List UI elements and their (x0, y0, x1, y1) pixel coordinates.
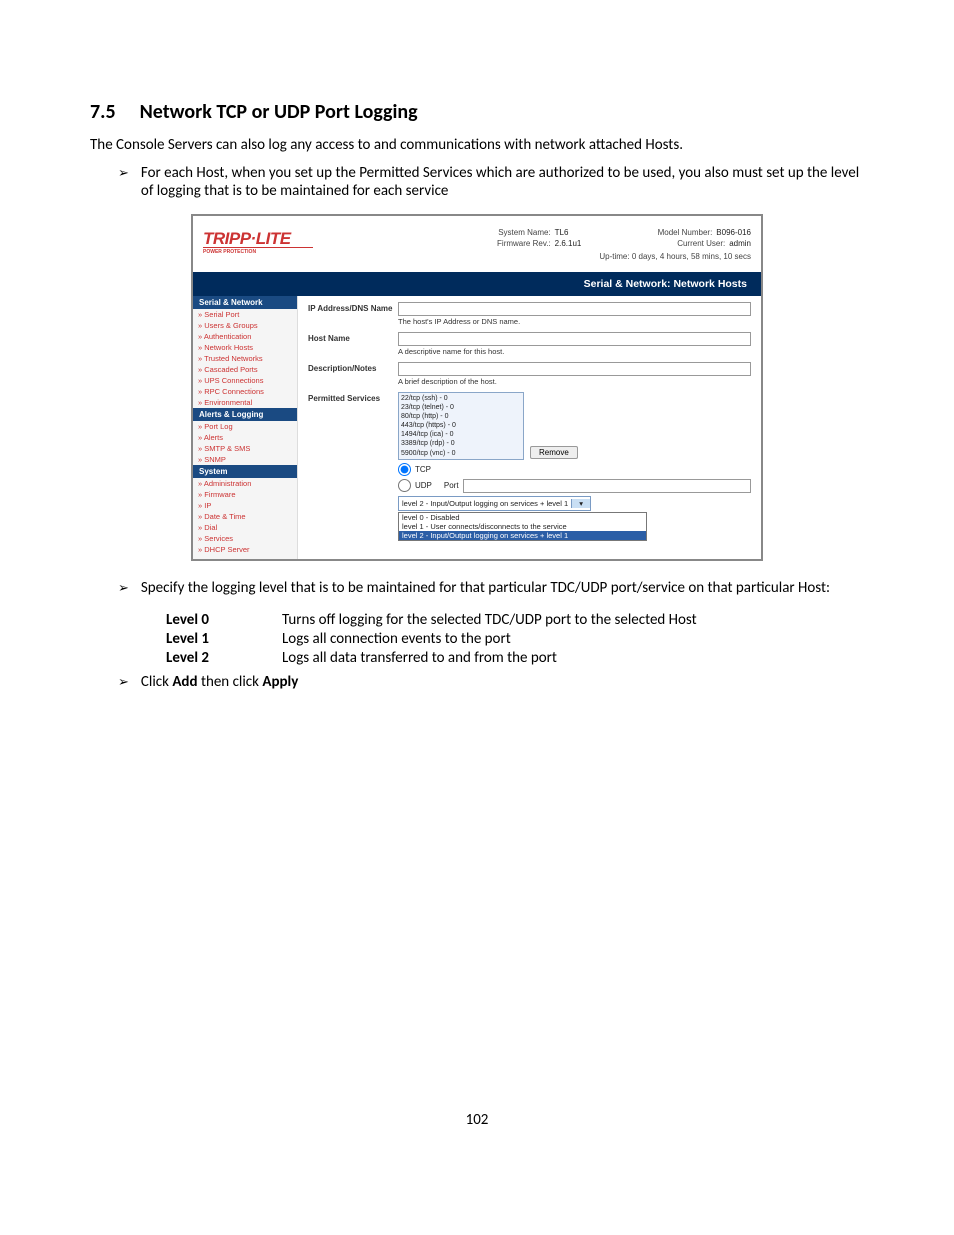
model-label: Model Number: (632, 228, 712, 237)
sidebar-item[interactable]: Cascaded Ports (193, 364, 297, 375)
description-input[interactable] (398, 362, 751, 376)
sidebar-item[interactable]: RPC Connections (193, 386, 297, 397)
sidebar-item[interactable]: UPS Connections (193, 375, 297, 386)
port-label: Port (444, 481, 459, 490)
level-option[interactable]: level 2 - Input/Output logging on servic… (399, 531, 646, 540)
level-option[interactable]: level 0 - Disabled (399, 513, 646, 522)
sidebar-item[interactable]: DHCP Server (193, 544, 297, 555)
bullet-arrow-icon: ➢ (118, 675, 129, 691)
service-item[interactable]: 3389/tcp (rdp) - 0 (401, 439, 521, 448)
logging-level-value: level 2 - Input/Output logging on servic… (399, 499, 571, 508)
ip-label: IP Address/DNS Name (308, 302, 398, 313)
section-title: Network TCP or UDP Port Logging (140, 100, 418, 124)
bullet-arrow-icon: ➢ (118, 581, 129, 597)
level-descriptions: Level 0 Turns off logging for the select… (166, 611, 864, 667)
model-value: B096-016 (716, 228, 751, 237)
port-input[interactable] (463, 479, 751, 493)
service-item[interactable]: 22/tcp (ssh) - 0 (401, 394, 521, 403)
sidebar-item[interactable]: Authentication (193, 331, 297, 342)
intro-paragraph: The Console Servers can also log any acc… (90, 136, 864, 154)
logging-level-select[interactable]: level 2 - Input/Output logging on servic… (398, 496, 591, 511)
level1-desc: Logs all connection events to the port (282, 630, 864, 648)
sidebar-header-serial: Serial & Network (193, 296, 297, 309)
sys-name-label: System Name: (471, 228, 551, 237)
ip-input[interactable] (398, 302, 751, 316)
hostname-label: Host Name (308, 332, 398, 343)
level2-desc: Logs all data transferred to and from th… (282, 649, 864, 667)
sidebar-item[interactable]: IP (193, 500, 297, 511)
sidebar-item[interactable]: Firmware (193, 489, 297, 500)
sidebar-item[interactable]: Services (193, 533, 297, 544)
services-listbox[interactable]: 22/tcp (ssh) - 0 23/tcp (telnet) - 0 80/… (398, 392, 524, 460)
screenshot-figure: TRIPP·LITE POWER PROTECTION System Name:… (191, 214, 763, 561)
page-number: 102 (90, 1111, 864, 1129)
service-item[interactable]: 23/tcp (telnet) - 0 (401, 403, 521, 412)
sidebar-item[interactable]: Dial (193, 522, 297, 533)
sidebar-item[interactable]: Date & Time (193, 511, 297, 522)
sys-name-value: TL6 (555, 228, 569, 237)
user-value: admin (729, 239, 751, 248)
level2-label: Level 2 (166, 649, 282, 667)
sidebar-item[interactable]: Environmental (193, 397, 297, 408)
tcp-radio[interactable] (398, 463, 411, 476)
brand-logo: TRIPP·LITE POWER PROTECTION (203, 224, 313, 262)
sidebar-item[interactable]: Administration (193, 478, 297, 489)
logging-level-options[interactable]: level 0 - Disabled level 1 - User connec… (398, 512, 647, 541)
sidebar-item[interactable]: SNMP (193, 454, 297, 465)
remove-button[interactable]: Remove (530, 446, 578, 459)
sidebar-item[interactable]: Trusted Networks (193, 353, 297, 364)
sidebar-item[interactable]: Users & Groups (193, 320, 297, 331)
udp-radio[interactable] (398, 479, 411, 492)
sidebar-item[interactable]: Network Hosts (193, 342, 297, 353)
nav-sidebar: Serial & Network Serial Port Users & Gro… (193, 296, 298, 559)
user-label: Current User: (645, 239, 725, 248)
fw-value: 2.6.1u1 (555, 239, 582, 248)
section-number: 7.5 (90, 100, 116, 124)
fw-label: Firmware Rev.: (471, 239, 551, 248)
ip-help: The host's IP Address or DNS name. (398, 317, 751, 326)
hostname-input[interactable] (398, 332, 751, 346)
hostname-help: A descriptive name for this host. (398, 347, 751, 356)
sidebar-header-system: System (193, 465, 297, 478)
sidebar-item[interactable]: Serial Port (193, 309, 297, 320)
sidebar-item[interactable]: Port Log (193, 421, 297, 432)
uptime-value: Up-time: 0 days, 4 hours, 58 mins, 10 se… (599, 252, 751, 261)
sidebar-header-alerts: Alerts & Logging (193, 408, 297, 421)
permitted-services-label: Permitted Services (308, 392, 398, 403)
udp-label: UDP (415, 481, 432, 490)
level1-label: Level 1 (166, 630, 282, 648)
level0-label: Level 0 (166, 611, 282, 629)
bullet-arrow-icon: ➢ (118, 166, 129, 200)
service-item[interactable]: 443/tcp (https) - 0 (401, 421, 521, 430)
sidebar-item[interactable]: SMTP & SMS (193, 443, 297, 454)
description-help: A brief description of the host. (398, 377, 751, 386)
level0-desc: Turns off logging for the selected TDC/U… (282, 611, 864, 629)
service-item[interactable]: 80/tcp (http) - 0 (401, 412, 521, 421)
dropdown-icon: ▾ (571, 499, 590, 508)
level-option[interactable]: level 1 - User connects/disconnects to t… (399, 522, 646, 531)
sidebar-item[interactable]: Alerts (193, 432, 297, 443)
tcp-label: TCP (415, 465, 431, 474)
bullet-text: Specify the logging level that is to be … (141, 579, 864, 597)
service-item[interactable]: 5900/tcp (vnc) - 0 (401, 449, 521, 458)
section-title-bar: Serial & Network: Network Hosts (193, 272, 761, 296)
service-item[interactable]: 1494/tcp (ica) - 0 (401, 430, 521, 439)
bullet-text: For each Host, when you set up the Permi… (141, 164, 864, 200)
bullet-text: Click Add then click Apply (141, 673, 864, 691)
section-heading: 7.5 Network TCP or UDP Port Logging (90, 100, 864, 124)
description-label: Description/Notes (308, 362, 398, 373)
